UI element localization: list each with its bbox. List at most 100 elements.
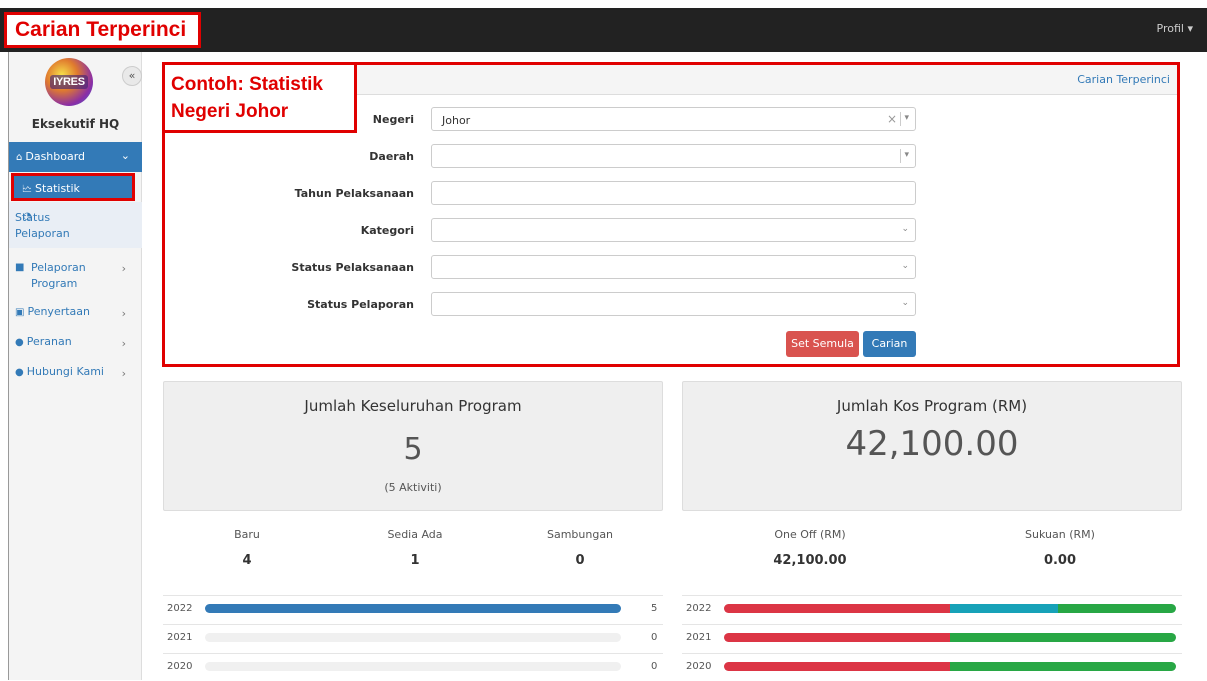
stat-sambungan: Sambungan 0 xyxy=(530,528,630,568)
year-label: 2020 xyxy=(686,661,712,672)
year-count: 5 xyxy=(651,603,658,614)
iyres-logo: IYRES xyxy=(45,58,93,106)
kategori-select[interactable]: ⌄ xyxy=(431,218,916,242)
year-label: 2021 xyxy=(167,632,193,643)
book-icon: ■ xyxy=(15,262,25,273)
tahun-label: Tahun Pelaksanaan xyxy=(294,187,414,200)
negeri-value: Johor xyxy=(442,114,471,127)
daerah-select[interactable]: ▾ xyxy=(431,144,916,168)
form-row-status-pelaporan: Status Pelaporan ⌄ xyxy=(165,292,1177,318)
sidebar-item-status-pelaporan[interactable]: Status Pelaporan ◔ xyxy=(9,202,142,248)
chevron-right-icon: › xyxy=(121,367,126,380)
total-program-card: Jumlah Keseluruhan Program 5 (5 Aktiviti… xyxy=(163,381,663,511)
sidebar-item-peranan[interactable]: ● Peranan › xyxy=(9,335,142,350)
cost-progress-bar xyxy=(724,633,1176,642)
user-icon: ● xyxy=(15,337,24,348)
sidebar-item-label: Peranan xyxy=(26,335,72,348)
total-program-value: 5 xyxy=(403,432,423,467)
sidebar-item-pelaporan-program[interactable]: ■ Pelaporan Program › xyxy=(9,260,142,292)
advanced-search-link[interactable]: Carian Terperinci xyxy=(1077,73,1170,86)
chevron-down-icon: ⌄ xyxy=(901,298,909,308)
sidebar-item-label: Hubungi Kami xyxy=(26,365,104,378)
chevron-down-icon: ⌄ xyxy=(901,261,909,271)
sidebar-item-label: Pelaporan Program xyxy=(30,261,86,290)
form-row-daerah: Daerah ▾ xyxy=(165,144,1177,170)
cost-progress-segment xyxy=(724,662,950,671)
total-program-title: Jumlah Keseluruhan Program xyxy=(304,397,522,415)
tahun-input[interactable] xyxy=(431,181,916,205)
stat-value: 0 xyxy=(575,553,585,568)
stat-value: 0.00 xyxy=(1043,553,1077,568)
daerah-label: Daerah xyxy=(369,150,414,163)
org-name: Eksekutif HQ xyxy=(31,117,120,131)
search-panel: Carian Terperinci Contoh: Statistik Nege… xyxy=(162,62,1180,367)
status-pelaporan-select[interactable]: ⌄ xyxy=(431,292,916,316)
negeri-select[interactable]: Johor × ▾ xyxy=(431,107,916,131)
annotation-title: Carian Terperinci xyxy=(4,12,201,48)
stat-one-off: One Off (RM) 42,100.00 xyxy=(750,528,870,568)
cost-year-row: 2022 xyxy=(682,595,1182,623)
kategori-label: Kategori xyxy=(360,224,414,237)
pie-chart-icon: ◔ xyxy=(23,211,32,222)
cost-progress-bar xyxy=(724,662,1176,671)
cost-progress-segment xyxy=(1058,604,1176,613)
clear-icon[interactable]: × xyxy=(887,112,897,126)
sidebar-item-label: Dashboard xyxy=(25,150,86,163)
total-activity-count: (5 Aktiviti) xyxy=(384,481,442,494)
total-cost-value: 42,100.00 xyxy=(845,424,1019,464)
caret-down-icon: ▾ xyxy=(904,113,909,123)
cost-year-row: 2021 xyxy=(682,624,1182,652)
cost-progress-segment xyxy=(724,633,950,642)
stat-baru: Baru 4 xyxy=(212,528,282,568)
year-label: 2020 xyxy=(167,661,193,672)
chat-icon: ● xyxy=(15,367,24,378)
status-pelaksanaan-label: Status Pelaksanaan xyxy=(291,261,414,274)
form-row-negeri: Negeri Johor × ▾ xyxy=(165,107,1177,133)
home-icon: ⌂ xyxy=(16,152,23,163)
sidebar: IYRES « Eksekutif HQ ⌂ Dashboard ⌄ 🗠 Stati… xyxy=(9,52,142,680)
stat-sedia-ada: Sedia Ada 1 xyxy=(360,528,470,568)
sidebar-item-statistik[interactable]: 🗠 Statistik xyxy=(11,173,135,201)
stat-label: Baru xyxy=(234,528,260,541)
program-progress-fill xyxy=(205,604,621,613)
stat-label: One Off (RM) xyxy=(774,528,846,541)
logo-text: IYRES xyxy=(50,75,88,89)
total-cost-card: Jumlah Kos Program (RM) 42,100.00 xyxy=(682,381,1182,511)
separator xyxy=(900,112,901,126)
sidebar-collapse-button[interactable]: « xyxy=(122,66,142,86)
separator xyxy=(900,149,901,163)
chevron-down-icon: ⌄ xyxy=(120,149,130,162)
stat-value: 4 xyxy=(242,553,252,568)
status-pelaksanaan-select[interactable]: ⌄ xyxy=(431,255,916,279)
stat-value: 42,100.00 xyxy=(773,553,847,568)
cost-progress-segment xyxy=(950,604,1059,613)
year-label: 2021 xyxy=(686,632,712,643)
negeri-label: Negeri xyxy=(372,113,414,126)
chevron-right-icon: › xyxy=(121,307,126,320)
stat-label: Sambungan xyxy=(546,528,614,541)
year-label: 2022 xyxy=(686,603,712,614)
cost-year-row: 2020 xyxy=(682,653,1182,681)
program-year-row: 2021 0 xyxy=(163,624,663,652)
sidebar-item-dashboard[interactable]: ⌂ Dashboard ⌄ xyxy=(9,142,142,172)
program-progress-bar xyxy=(205,633,621,642)
profile-menu[interactable]: Profil ▾ xyxy=(1157,22,1193,35)
program-year-row: 2020 0 xyxy=(163,653,663,681)
cost-progress-bar xyxy=(724,604,1176,613)
search-button[interactable]: Carian xyxy=(863,331,916,357)
program-progress-bar xyxy=(205,604,621,613)
stat-label: Sukuan (RM) xyxy=(1025,528,1095,541)
stat-sukuan: Sukuan (RM) 0.00 xyxy=(1000,528,1120,568)
total-cost-title: Jumlah Kos Program (RM) xyxy=(836,397,1028,415)
sidebar-item-label: Penyertaan xyxy=(27,305,90,318)
sidebar-item-penyertaan[interactable]: ▣ Penyertaan › xyxy=(9,305,142,320)
year-count: 0 xyxy=(651,632,658,643)
cost-progress-segment xyxy=(724,604,950,613)
stat-label: Sedia Ada xyxy=(387,528,443,541)
year-label: 2022 xyxy=(167,603,193,614)
status-pelaporan-label: Status Pelaporan xyxy=(307,298,414,311)
reset-button[interactable]: Set Semula xyxy=(786,331,859,357)
chevron-right-icon: › xyxy=(121,262,126,275)
sidebar-item-hubungi-kami[interactable]: ● Hubungi Kami › xyxy=(9,365,142,380)
form-row-status-pelaksanaan: Status Pelaksanaan ⌄ xyxy=(165,255,1177,281)
